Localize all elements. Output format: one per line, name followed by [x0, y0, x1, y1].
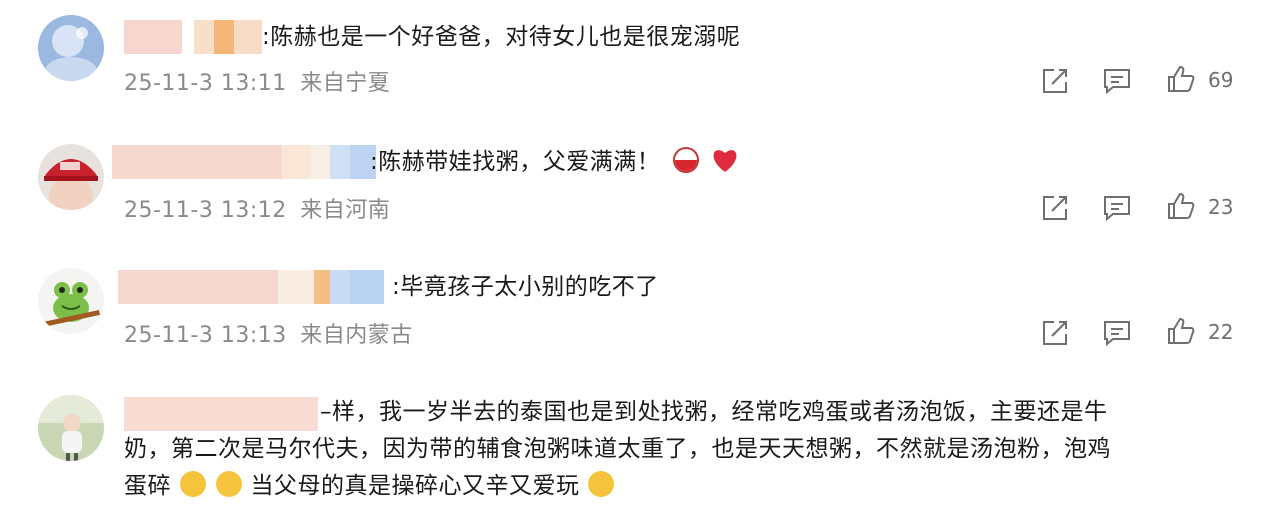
heart-icon: [710, 146, 740, 174]
share-icon[interactable]: [1040, 193, 1070, 223]
comment-meta: 25-11-3 13:12 来自河南: [124, 192, 390, 224]
comment-time: 25-11-3 13:11: [124, 71, 287, 96]
like-count: 23: [1208, 195, 1234, 219]
comment-time: 25-11-3 13:13: [124, 323, 287, 348]
avatar[interactable]: [38, 15, 104, 81]
emoji-icon: [179, 471, 206, 497]
like-count: 22: [1208, 320, 1234, 344]
thumbs-up-icon[interactable]: [1166, 191, 1196, 221]
comment-text-content: :陈赫带娃找粥，父爱满满！: [370, 149, 661, 175]
username-blurred[interactable]: [112, 145, 376, 179]
thumbs-up-icon[interactable]: [1166, 316, 1196, 346]
comment-location: 来自河南: [300, 198, 391, 223]
comment-icon[interactable]: [1102, 318, 1132, 348]
username-blurred[interactable]: [124, 20, 262, 54]
comment-text-fragment: 当父母的真是操碎心又辛又爱玩: [250, 473, 580, 499]
username-blurred[interactable]: [118, 270, 384, 304]
comment-icon[interactable]: [1102, 66, 1132, 96]
comment-icon[interactable]: [1102, 193, 1132, 223]
emoji-icon: [588, 471, 615, 497]
avatar[interactable]: [38, 395, 104, 461]
avatar[interactable]: [38, 144, 104, 210]
comment-meta: 25-11-3 13:11 来自宁夏: [124, 65, 390, 97]
comment-text: :陈赫带娃找粥，父爱满满！: [370, 145, 740, 179]
comment-text-line: –样，我一岁半去的泰国也是到处找粥，经常吃鸡蛋或者汤泡饭，主要还是牛: [320, 399, 1108, 425]
emoji-icon: [672, 146, 700, 174]
thumbs-up-icon[interactable]: [1166, 64, 1196, 94]
comment-text-line: 奶，第二次是马尔代夫，因为带的辅食泡粥味道太重了，也是天天想粥，不然就是汤泡粉，…: [124, 436, 1111, 462]
emoji-icon: [215, 471, 242, 497]
share-icon[interactable]: [1040, 66, 1070, 96]
avatar[interactable]: [38, 268, 104, 334]
like-count: 69: [1208, 68, 1234, 92]
comment-time: 25-11-3 13:12: [124, 198, 287, 223]
comment-text: –样，我一岁半去的泰国也是到处找粥，经常吃鸡蛋或者汤泡饭，主要还是牛 奶，第二次…: [124, 394, 1234, 505]
share-icon[interactable]: [1040, 318, 1070, 348]
comment-location: 来自宁夏: [300, 71, 391, 96]
comment-text-fragment: 蛋碎: [124, 473, 171, 499]
comment-text: :陈赫也是一个好爸爸，对待女儿也是很宠溺呢: [262, 24, 741, 50]
comment-meta: 25-11-3 13:13 来自内蒙古: [124, 317, 413, 349]
comment-text-line: 蛋碎 当父母的真是操碎心又辛又爱玩: [124, 468, 1234, 505]
comment-text: :毕竟孩子太小别的吃不了: [392, 274, 659, 300]
comment-location: 来自内蒙古: [300, 323, 413, 348]
